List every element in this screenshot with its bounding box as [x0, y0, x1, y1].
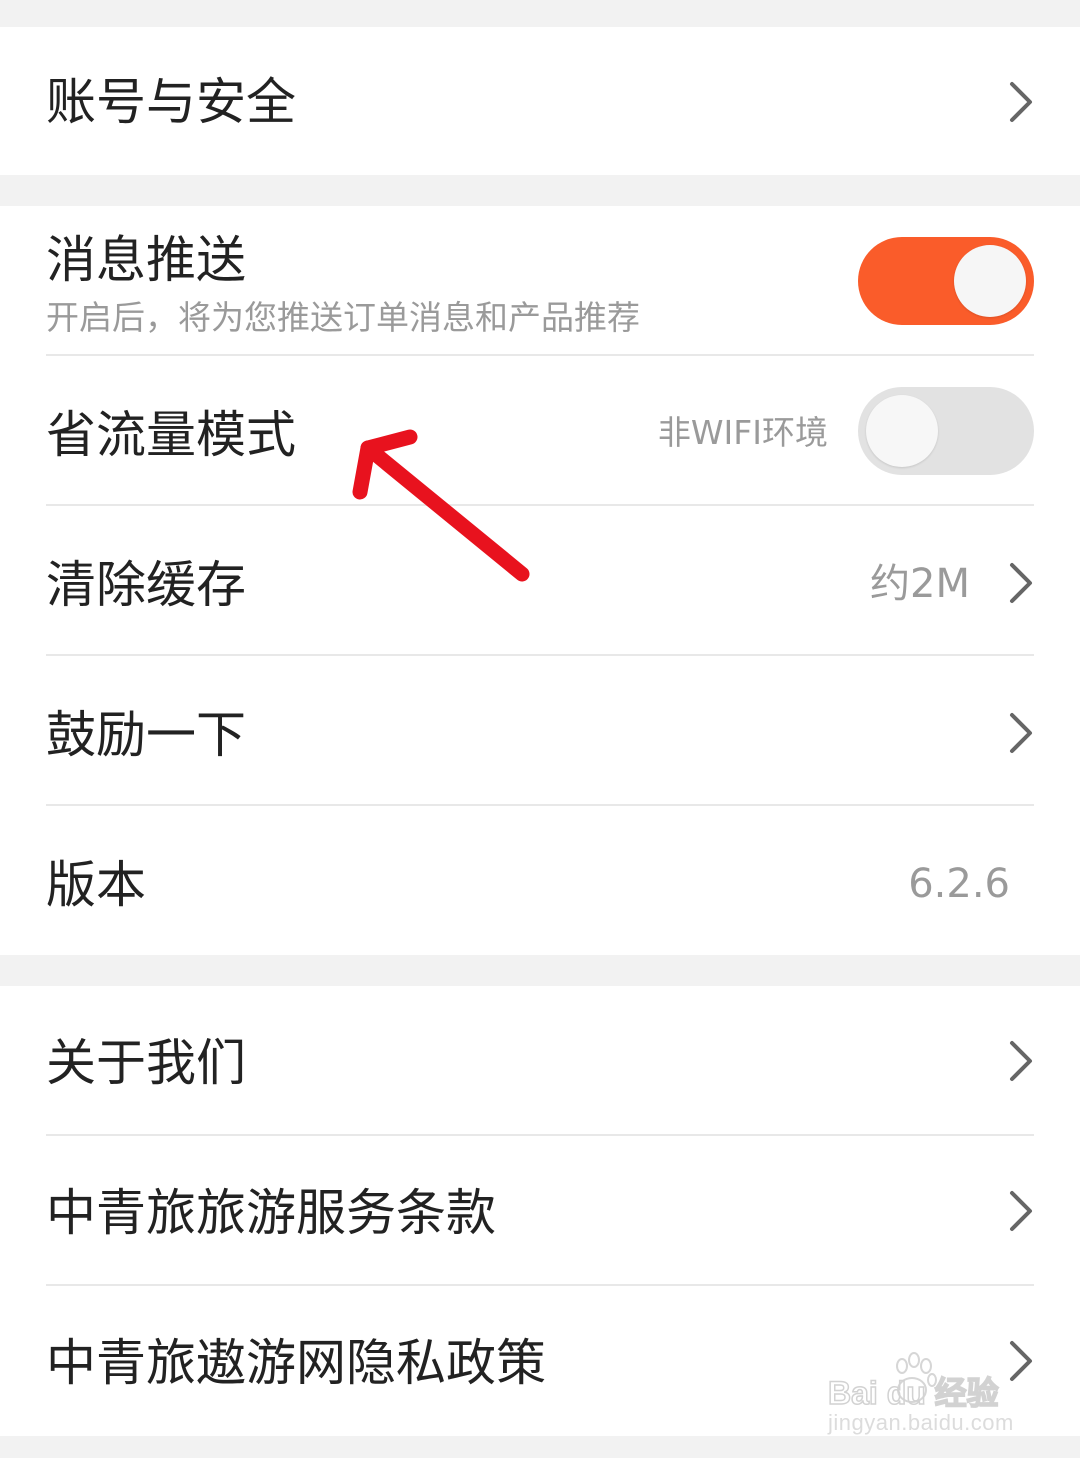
- account-security-row[interactable]: 账号与安全: [0, 27, 1080, 175]
- push-notification-title: 消息推送: [46, 231, 246, 289]
- service-terms-title: 中青旅旅游服务条款: [46, 1184, 496, 1242]
- version-number: 6.2.6: [908, 861, 1010, 907]
- account-group: 账号与安全: [0, 27, 1080, 175]
- chevron-right-icon: [1010, 1041, 1032, 1081]
- push-notification-row: 消息推送 开启后，将为您推送订单消息和产品推荐: [0, 206, 1080, 356]
- toggle-knob: [866, 395, 938, 467]
- watermark-url: jingyan.baidu.com: [828, 1410, 1014, 1435]
- version-row: 版本 6.2.6: [0, 806, 1080, 955]
- about-us-title: 关于我们: [46, 1034, 246, 1092]
- service-terms-row[interactable]: 中青旅旅游服务条款: [0, 1136, 1080, 1286]
- push-notification-subtitle: 开启后，将为您推送订单消息和产品推荐: [46, 298, 640, 337]
- about-us-row[interactable]: 关于我们: [0, 986, 1080, 1136]
- chevron-right-icon: [1010, 563, 1032, 603]
- encourage-title: 鼓励一下: [46, 706, 246, 764]
- data-saver-toggle[interactable]: [858, 387, 1034, 475]
- account-security-title: 账号与安全: [46, 73, 296, 131]
- encourage-row[interactable]: 鼓励一下: [0, 656, 1080, 806]
- clear-cache-title: 清除缓存: [46, 556, 246, 614]
- chevron-right-icon: [1010, 1191, 1032, 1231]
- toggle-knob: [954, 245, 1026, 317]
- red-arrow-annotation: [352, 429, 530, 582]
- watermark-logo-text: Bai du 经验: [828, 1375, 999, 1411]
- data-saver-title: 省流量模式: [46, 406, 296, 464]
- data-saver-condition: 非WIFI环境: [657, 413, 828, 452]
- chevron-right-icon: [1010, 713, 1032, 753]
- privacy-policy-title: 中青旅遨游网隐私政策: [46, 1334, 546, 1392]
- version-title: 版本: [46, 856, 146, 914]
- push-notification-toggle[interactable]: [858, 237, 1034, 325]
- cache-size-value: 约2M: [870, 561, 970, 607]
- chevron-right-icon: [1010, 82, 1032, 122]
